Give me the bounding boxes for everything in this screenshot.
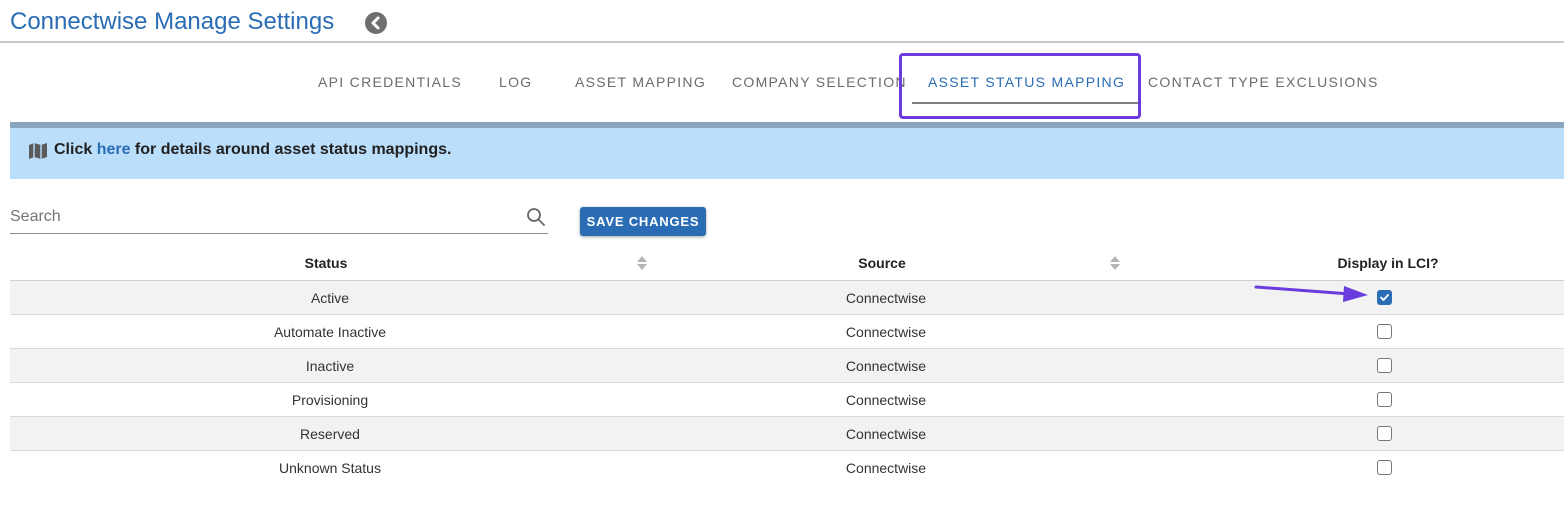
table-row: Automate Inactive Connectwise bbox=[10, 315, 1564, 349]
info-text: Click here for details around asset stat… bbox=[54, 141, 451, 159]
table-row: Reserved Connectwise bbox=[10, 417, 1564, 451]
status-cell: Active bbox=[310, 290, 350, 306]
tab-label: CONTACT TYPE EXCLUSIONS bbox=[1148, 74, 1379, 90]
display-in-lci-checkbox[interactable] bbox=[1377, 392, 1392, 407]
display-in-lci-checkbox[interactable] bbox=[1377, 290, 1392, 305]
display-in-lci-checkbox[interactable] bbox=[1377, 358, 1392, 373]
header-bar: Connectwise Manage Settings bbox=[0, 0, 1564, 43]
table-row: Unknown Status Connectwise bbox=[10, 451, 1564, 485]
display-in-lci-checkbox[interactable] bbox=[1377, 460, 1392, 475]
chevron-left-icon bbox=[371, 16, 380, 30]
display-in-lci-checkbox[interactable] bbox=[1377, 426, 1392, 441]
tab-company-selection[interactable]: COMPANY SELECTION bbox=[732, 54, 907, 116]
table-row: Active Connectwise bbox=[10, 281, 1564, 315]
tab-label: ASSET MAPPING bbox=[575, 74, 707, 90]
tab-log[interactable]: LOG bbox=[499, 54, 532, 116]
table-row: Inactive Connectwise bbox=[10, 349, 1564, 383]
tab-label: ASSET STATUS MAPPING bbox=[928, 74, 1126, 90]
info-banner: Click here for details around asset stat… bbox=[10, 122, 1564, 179]
status-cell: Provisioning bbox=[291, 392, 369, 408]
sort-status-icon[interactable] bbox=[637, 256, 647, 270]
sort-source-icon[interactable] bbox=[1110, 256, 1120, 270]
search-icon[interactable] bbox=[526, 207, 546, 227]
tab-label: API CREDENTIALS bbox=[318, 74, 462, 90]
save-changes-button[interactable]: SAVE CHANGES bbox=[580, 207, 706, 236]
source-cell: Connectwise bbox=[845, 460, 927, 476]
source-cell: Connectwise bbox=[845, 392, 927, 408]
map-icon bbox=[29, 143, 47, 159]
tab-api-credentials[interactable]: API CREDENTIALS bbox=[318, 54, 462, 116]
table-row: Provisioning Connectwise bbox=[10, 383, 1564, 417]
back-button[interactable] bbox=[365, 12, 387, 34]
page-title: Connectwise Manage Settings bbox=[10, 8, 335, 35]
tab-bar: API CREDENTIALS LOG ASSET MAPPING COMPAN… bbox=[0, 54, 1564, 120]
tab-label: COMPANY SELECTION bbox=[732, 74, 907, 90]
status-mapping-table: Status Source Display in LCI? Active Con… bbox=[10, 245, 1564, 485]
info-prefix: Click bbox=[54, 141, 97, 158]
tab-contact-type-exclusions[interactable]: CONTACT TYPE EXCLUSIONS bbox=[1148, 54, 1379, 116]
display-in-lci-checkbox[interactable] bbox=[1377, 324, 1392, 339]
source-cell: Connectwise bbox=[845, 358, 927, 374]
search-field bbox=[10, 203, 548, 234]
status-cell: Inactive bbox=[305, 358, 355, 374]
source-cell: Connectwise bbox=[845, 324, 927, 340]
column-header-status[interactable]: Status bbox=[305, 255, 348, 271]
check-icon bbox=[1380, 294, 1389, 301]
active-tab-indicator bbox=[912, 102, 1142, 104]
search-input[interactable] bbox=[10, 203, 510, 231]
status-cell: Automate Inactive bbox=[273, 324, 387, 340]
tab-asset-mapping[interactable]: ASSET MAPPING bbox=[575, 54, 706, 116]
tab-asset-status-mapping[interactable]: ASSET STATUS MAPPING bbox=[912, 54, 1142, 116]
column-header-display-in-lci: Display in LCI? bbox=[1337, 255, 1439, 271]
info-suffix: for details around asset status mappings… bbox=[130, 141, 452, 158]
source-cell: Connectwise bbox=[845, 290, 927, 306]
source-cell: Connectwise bbox=[845, 426, 927, 442]
status-cell: Reserved bbox=[300, 426, 360, 442]
table-header: Status Source Display in LCI? bbox=[10, 245, 1564, 281]
column-header-source[interactable]: Source bbox=[858, 255, 905, 271]
status-cell: Unknown Status bbox=[279, 460, 381, 476]
tab-label: LOG bbox=[499, 74, 533, 90]
details-link[interactable]: here bbox=[97, 141, 131, 158]
